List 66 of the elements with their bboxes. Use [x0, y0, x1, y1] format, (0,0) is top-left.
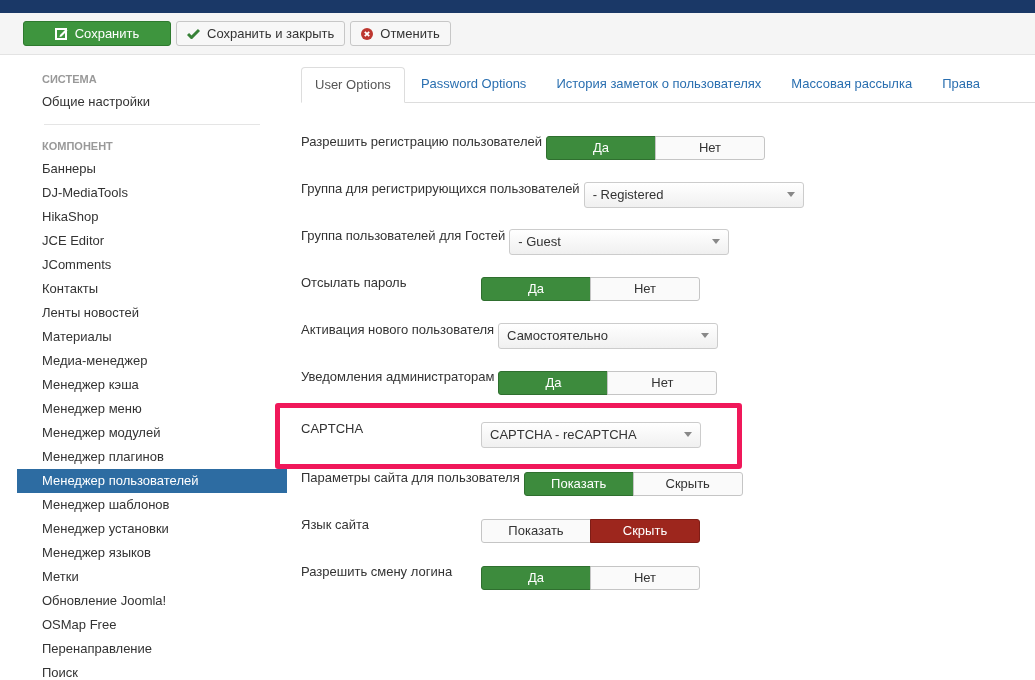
tab[interactable]: Права [928, 66, 994, 102]
cancel-icon [361, 27, 374, 40]
sidebar-item[interactable]: Материалы [17, 325, 287, 349]
sidebar-item[interactable]: Менеджер языков [17, 541, 287, 565]
caret-icon [684, 432, 692, 437]
field-label: Разрешить регистрацию пользователей [301, 132, 542, 151]
sidebar-item[interactable]: Контакты [17, 277, 287, 301]
sidebar-item[interactable]: Баннеры [17, 157, 287, 181]
tab[interactable]: Password Options [406, 66, 541, 102]
sidebar-item[interactable]: Менеджер меню [17, 397, 287, 421]
sidebar-item[interactable]: DJ-MediaTools [17, 181, 287, 205]
toggle-option[interactable]: Нет [655, 135, 765, 160]
sidebar-item[interactable]: Менеджер плагинов [17, 445, 287, 469]
sidebar-item[interactable]: Общие настройки [17, 90, 287, 114]
sidebar-item[interactable]: JComments [17, 253, 287, 277]
field-label: CAPTCHA [301, 419, 365, 438]
field-label: Разрешить смену логина [301, 562, 454, 581]
section-heading: КОМПОНЕНТ [41, 139, 113, 154]
sidebar-item[interactable]: Менеджер шаблонов [17, 493, 287, 517]
sidebar-item[interactable]: Менеджер кэша [17, 373, 287, 397]
field-label: Отсылать пароль [301, 273, 408, 292]
toggle-option[interactable]: Да [481, 276, 591, 301]
toggle-option[interactable]: Нет [590, 565, 700, 590]
sidebar-item[interactable]: JCE Editor [17, 229, 287, 253]
field-label: Язык сайта [301, 515, 371, 534]
toggle-option[interactable]: Да [481, 565, 591, 590]
check-icon [187, 28, 200, 39]
sidebar-item[interactable]: Метки [17, 565, 287, 589]
select-dropdown[interactable]: CAPTCHA - reCAPTCHA [481, 421, 701, 448]
toggle-option[interactable]: Показать [523, 471, 634, 496]
field-label: Параметры сайта для пользователя [301, 468, 520, 487]
toolbar-button[interactable]: Сохранить и закрыть [176, 21, 346, 46]
toggle-option[interactable]: Нет [607, 370, 718, 395]
sidebar-item[interactable]: OSMap Free [17, 613, 287, 637]
sidebar-item[interactable]: Медиа-менеджер [17, 349, 287, 373]
tab[interactable]: Массовая рассылка [777, 66, 927, 102]
toggle-option[interactable]: Да [498, 370, 609, 395]
toggle-option[interactable]: Да [546, 135, 656, 160]
select-dropdown[interactable]: - Registered [583, 181, 804, 208]
caret-icon [701, 333, 710, 338]
sidebar-item[interactable]: Поиск [17, 661, 287, 680]
field-label: Уведомления администраторам [301, 367, 495, 386]
toolbar-button[interactable]: Сохранить [23, 21, 171, 46]
caret-icon [786, 192, 795, 197]
sidebar-item[interactable]: Менеджер установки [17, 517, 287, 541]
tab[interactable]: User Options [301, 67, 405, 103]
tab[interactable]: История заметок о пользователях [542, 66, 776, 102]
field-label: Группа для регистрирующихся пользователей [301, 179, 580, 198]
sidebar-item[interactable]: HikaShop [17, 205, 287, 229]
toggle-option[interactable]: Скрыть [590, 518, 700, 543]
select-dropdown[interactable]: Самостоятельно [498, 322, 719, 349]
toggle-option[interactable]: Нет [590, 276, 700, 301]
select-dropdown[interactable]: - Guest [509, 228, 730, 255]
sidebar-item[interactable]: Менеджер пользователей [17, 469, 287, 493]
edit-icon [54, 27, 68, 40]
toolbar-button[interactable]: Отменить [350, 21, 451, 46]
field-label: Группа пользователей для Гостей [301, 226, 506, 245]
sidebar-item[interactable]: Перенаправление [17, 637, 287, 661]
field-label: Активация нового пользователя [301, 320, 495, 339]
sidebar-item[interactable]: Менеджер модулей [17, 421, 287, 445]
section-heading: СИСТЕМА [41, 72, 97, 87]
caret-icon [712, 239, 721, 244]
toggle-option[interactable]: Показать [481, 518, 591, 543]
sidebar-item[interactable]: Обновление Joomla! [17, 589, 287, 613]
sidebar-item[interactable]: Ленты новостей [17, 301, 287, 325]
toggle-option[interactable]: Скрыть [632, 471, 743, 496]
